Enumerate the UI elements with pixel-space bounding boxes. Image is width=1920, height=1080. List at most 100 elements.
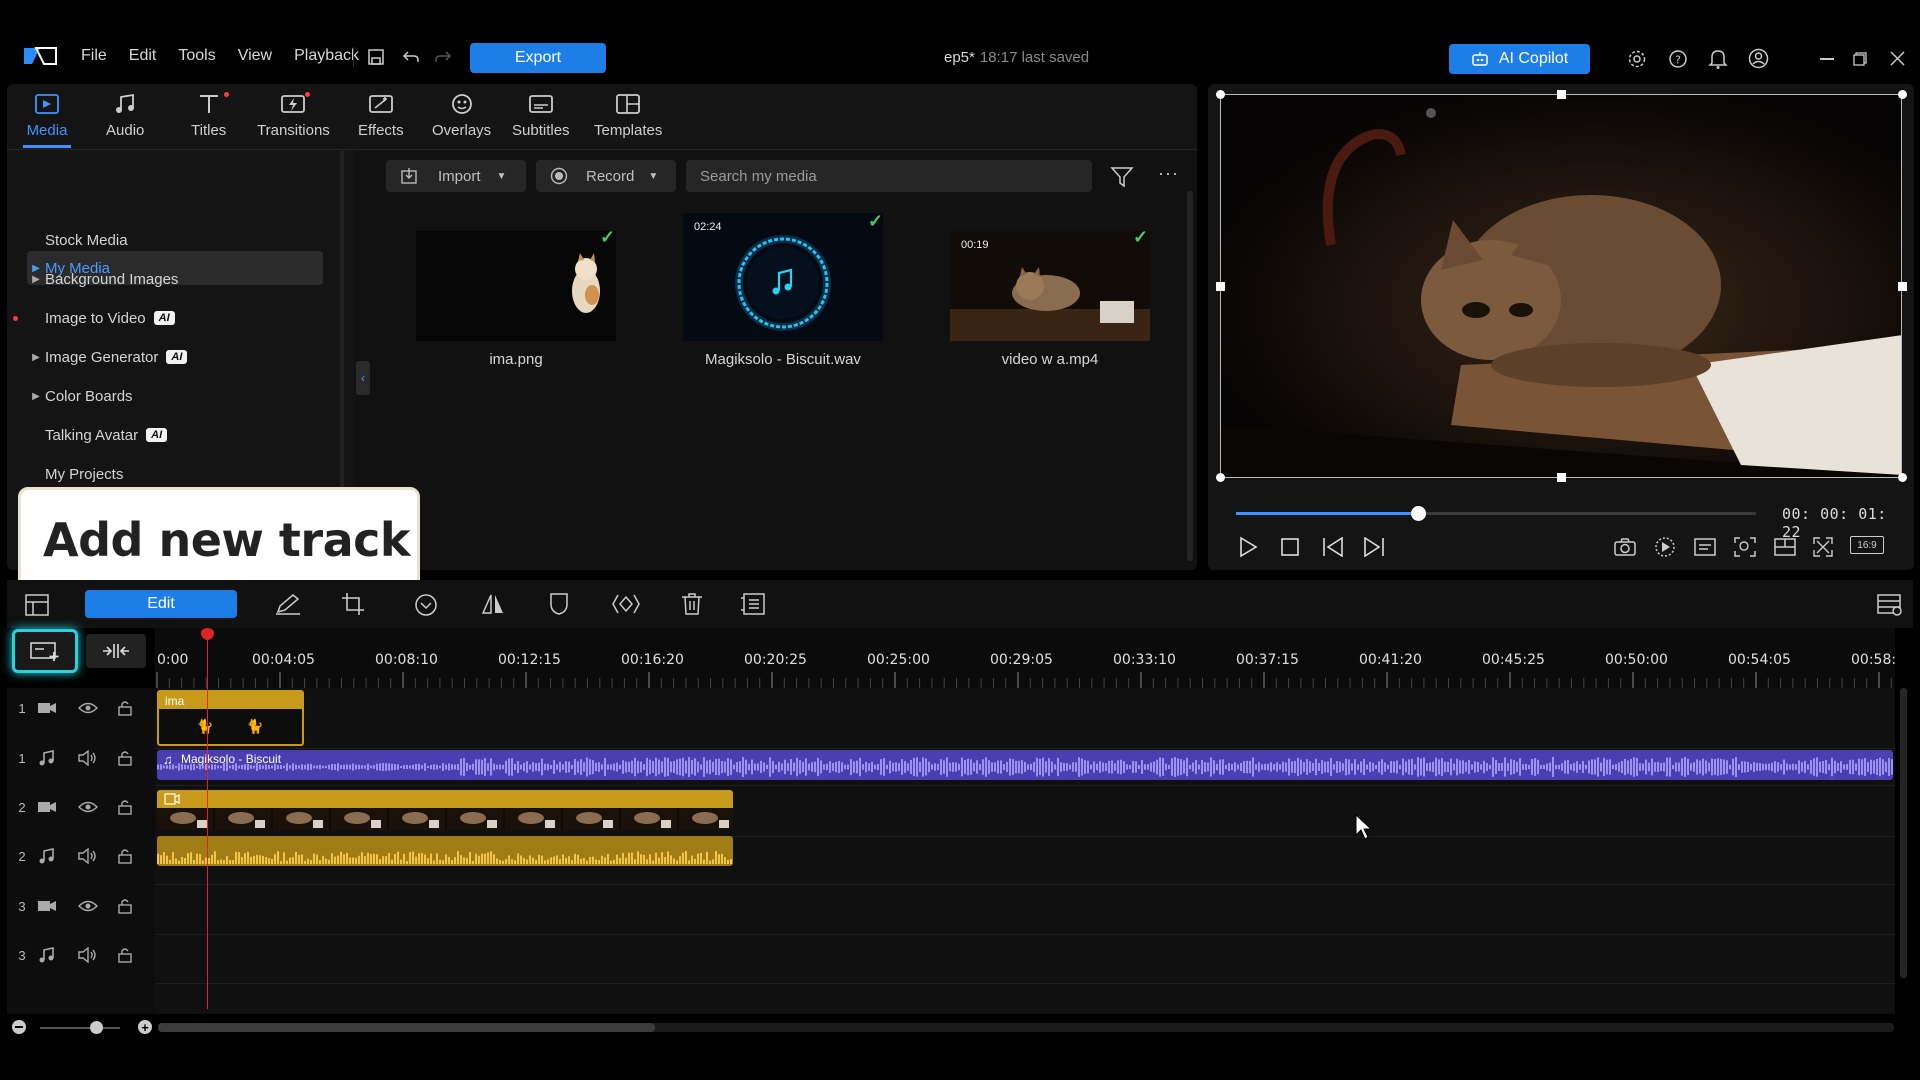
timeline-horizontal-scrollbar[interactable] [158,1023,1894,1032]
timeline-clip-video-audio[interactable] [157,836,733,866]
fullscreen-icon[interactable] [1813,537,1833,557]
zoom-in-icon[interactable]: + [138,1020,152,1034]
tree-item-background-images[interactable]: ▶ Background Images [27,262,323,296]
tab-titles[interactable]: Titles [191,92,229,139]
resize-handle-left[interactable] [1216,282,1225,291]
menu-edit[interactable]: Edit [129,47,157,65]
settings-gear-icon[interactable] [1627,49,1647,69]
eye-visibility-icon[interactable] [78,701,98,715]
next-frame-icon[interactable] [1363,537,1385,557]
account-icon[interactable] [1748,48,1769,69]
snapshot-camera-icon[interactable] [1614,537,1636,557]
pen-draw-icon[interactable] [275,593,301,615]
play-icon[interactable] [1238,536,1258,558]
zoom-out-icon[interactable] [12,1020,26,1034]
minimize-icon[interactable] [1820,58,1834,60]
eye-visibility-icon[interactable] [78,800,98,814]
properties-list-icon[interactable] [740,592,766,616]
speaker-volume-icon[interactable] [78,750,98,766]
filter-icon[interactable] [1110,166,1134,188]
resize-handle-tr[interactable] [1898,90,1907,99]
resize-handle-br[interactable] [1898,473,1907,482]
timeline-clip-audio[interactable]: Magiksolo - Biscuit ♫ [157,750,1893,780]
crop-icon[interactable] [341,592,365,616]
delete-trash-icon[interactable] [681,592,703,616]
tree-item-stock-media[interactable]: Stock Media [27,223,323,257]
add-track-button[interactable] [12,629,78,673]
tab-templates[interactable]: Templates [594,92,662,139]
menu-tools[interactable]: Tools [178,47,215,65]
resize-handle-tl[interactable] [1216,90,1225,99]
scrollbar-thumb[interactable] [158,1023,655,1032]
lock-icon[interactable] [118,700,132,716]
export-button[interactable]: Export [470,43,606,73]
timeline-settings-icon[interactable] [1877,592,1903,616]
tree-item-talking-avatar[interactable]: Talking Avatar AI [27,418,323,452]
lock-icon[interactable] [118,947,132,963]
redo-icon[interactable] [434,49,452,65]
undo-icon[interactable] [402,49,420,65]
media-thumb-video[interactable]: 00:19 ✓ [950,227,1150,341]
grid-scrollbar[interactable] [1187,191,1193,561]
tree-item-my-projects[interactable]: My Projects [27,457,323,491]
tab-media[interactable]: Media [23,92,71,148]
search-input[interactable]: Search my media [686,160,1092,192]
timeline-ruler[interactable]: 0:00 00:04:05 00:08:10 00:12:15 00:16:20… [155,628,1896,688]
mask-shield-icon[interactable] [549,592,569,616]
edit-button[interactable]: Edit [85,590,237,618]
preview-viewport[interactable] [1220,94,1902,478]
collapse-panel-button[interactable]: ‹ [356,361,370,395]
close-icon[interactable] [1890,51,1905,66]
resize-handle-bl[interactable] [1216,473,1225,482]
playback-scrubber[interactable] [1236,506,1756,521]
tab-effects[interactable]: Effects [358,92,404,139]
resize-handle-bottom[interactable] [1557,473,1566,482]
zoom-fit-icon[interactable] [1734,537,1756,557]
eye-visibility-icon[interactable] [78,899,98,913]
previous-frame-icon[interactable] [1322,537,1344,557]
tree-item-image-to-video[interactable]: Image to Video AI [27,301,323,335]
track-manager-icon[interactable] [25,594,49,616]
lock-icon[interactable] [118,799,132,815]
help-icon[interactable]: ? [1668,49,1688,69]
lock-icon[interactable] [118,898,132,914]
lock-icon[interactable] [118,848,132,864]
media-thumb-image[interactable]: ✓ [416,227,616,341]
notification-bell-icon[interactable] [1708,48,1728,70]
lock-icon[interactable] [118,750,132,766]
timeline-clip-video[interactable]: video w a [157,790,733,830]
timeline-vertical-scrollbar[interactable] [1900,688,1907,978]
mirror-flip-icon[interactable] [481,593,505,615]
import-button[interactable]: Import ▼ [386,160,526,192]
tab-subtitles[interactable]: Subtitles [512,92,570,139]
timeline-playhead[interactable] [207,629,208,1009]
save-icon[interactable] [367,48,385,66]
subtitle-display-icon[interactable] [1694,538,1716,556]
tab-transitions[interactable]: Transitions [257,92,330,139]
resize-handle-top[interactable] [1557,90,1566,99]
timeline-tracks[interactable]: ima 🐈 🐈 Magiksolo - Biscuit ♫ video w a [155,628,1907,1014]
tab-audio[interactable]: Audio [106,92,144,139]
speaker-volume-icon[interactable] [78,947,98,963]
menu-playback[interactable]: Playback [294,47,359,65]
playhead-knob[interactable] [1411,506,1426,521]
tree-item-image-generator[interactable]: ▶ Image Generator AI [27,340,323,374]
layout-icon[interactable] [1774,538,1796,556]
keyframe-icon[interactable] [612,593,640,615]
tab-overlays[interactable]: Overlays [432,92,491,139]
tree-item-color-boards[interactable]: ▶ Color Boards [27,379,323,413]
stop-icon[interactable] [1281,538,1299,556]
render-preview-icon[interactable] [1654,536,1676,558]
resize-handle-right[interactable] [1898,282,1907,291]
timeline-clip-image[interactable]: ima 🐈 🐈 [157,690,304,746]
menu-file[interactable]: File [81,47,107,65]
snap-magnet-button[interactable] [86,634,146,668]
menu-view[interactable]: View [238,47,272,65]
media-thumb-audio[interactable]: 02:24 ✓ [683,211,883,341]
zoom-slider-knob[interactable] [90,1021,103,1034]
speaker-volume-icon[interactable] [78,848,98,864]
record-button[interactable]: Record ▼ [536,160,676,192]
zoom-slider[interactable] [40,1021,120,1034]
more-options-icon[interactable]: ··· [1158,163,1179,184]
ai-copilot-button[interactable]: AI Copilot [1449,44,1590,74]
